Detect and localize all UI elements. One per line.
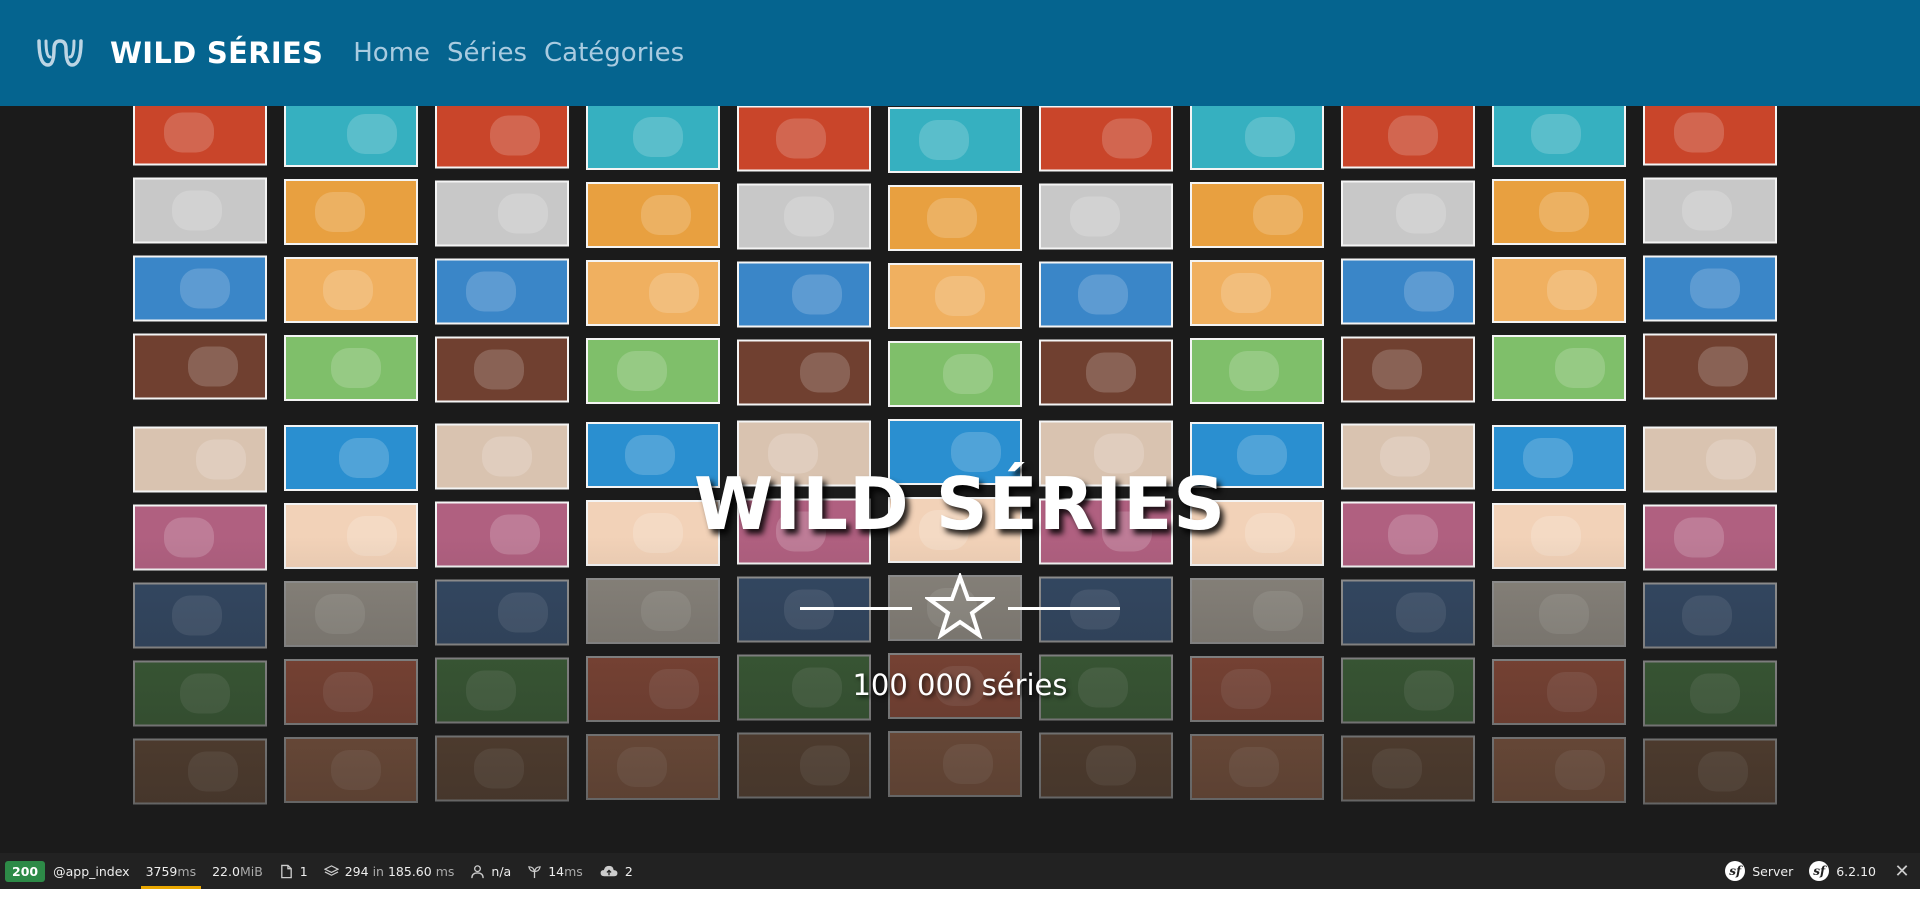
- nav-link-categories[interactable]: Catégories: [544, 38, 684, 68]
- leaf-icon: [528, 865, 542, 878]
- cache-item[interactable]: 294 in 185.60 ms: [316, 853, 463, 889]
- route-item[interactable]: @app_index: [45, 853, 137, 889]
- time-value: 3759: [145, 863, 178, 879]
- nav-links: Home Séries Catégories: [353, 38, 701, 68]
- toolbar-right: sf Server sf 6.2.10 ✕: [1717, 853, 1920, 889]
- memory-unit: MiB: [239, 863, 263, 879]
- cache-unit: ms: [435, 863, 455, 879]
- page-bottom-area: [0, 889, 1920, 924]
- time-item[interactable]: 3759 ms: [138, 853, 205, 889]
- hero-content: WILD SÉRIES 100 000 séries: [0, 106, 1920, 853]
- logs-count: 1: [299, 863, 308, 879]
- brand-name[interactable]: WILD SÉRIES: [110, 36, 323, 70]
- layers-icon: [323, 864, 339, 876]
- divider-line-left: [800, 607, 912, 610]
- ajax-count: 2: [624, 863, 633, 879]
- divider-line-right: [1008, 607, 1120, 610]
- route-name: @app_index: [53, 863, 130, 879]
- cache-time: 185.60: [387, 863, 432, 879]
- status-badge[interactable]: 200: [5, 860, 46, 882]
- symfony-version: 6.2.10: [1836, 863, 1876, 879]
- twig-item[interactable]: 14 ms: [519, 853, 591, 889]
- server-label: Server: [1752, 863, 1794, 879]
- cache-calls: 294: [344, 863, 369, 879]
- time-unit: ms: [177, 863, 197, 879]
- user-value: n/a: [491, 863, 512, 879]
- symfony-icon: sf: [1725, 861, 1746, 881]
- version-item[interactable]: sf 6.2.10: [1801, 853, 1884, 889]
- hero-title: WILD SÉRIES: [693, 462, 1227, 546]
- hero-divider: [800, 573, 1120, 639]
- debug-toolbar: 200 @app_index 3759 ms 22.0 MiB 1 294 in…: [0, 853, 1920, 889]
- user-icon: [471, 864, 485, 878]
- star-icon: [925, 573, 995, 639]
- navbar: WILD SÉRIES Home Séries Catégories: [0, 0, 1920, 106]
- user-item[interactable]: n/a: [462, 853, 519, 889]
- hero-subtitle: 100 000 séries: [852, 668, 1068, 702]
- twig-unit: ms: [564, 863, 583, 879]
- server-item[interactable]: sf Server: [1717, 853, 1801, 889]
- nav-link-home[interactable]: Home: [353, 38, 430, 68]
- cloud-icon: [600, 865, 618, 876]
- hero-section: WILD SÉRIES 100 000 séries: [0, 106, 1920, 853]
- logs-item[interactable]: 1: [271, 853, 316, 889]
- symfony-icon: sf: [1809, 861, 1830, 881]
- close-icon[interactable]: ✕: [1884, 853, 1920, 889]
- memory-value: 22.0: [212, 863, 240, 879]
- ajax-item[interactable]: 2: [591, 853, 641, 889]
- cache-in-label: in: [372, 863, 384, 879]
- twig-value: 14: [548, 863, 565, 879]
- file-icon: [280, 864, 292, 878]
- wild-logo-icon[interactable]: [36, 33, 84, 73]
- nav-link-series[interactable]: Séries: [447, 38, 527, 68]
- memory-item[interactable]: 22.0 MiB: [204, 853, 271, 889]
